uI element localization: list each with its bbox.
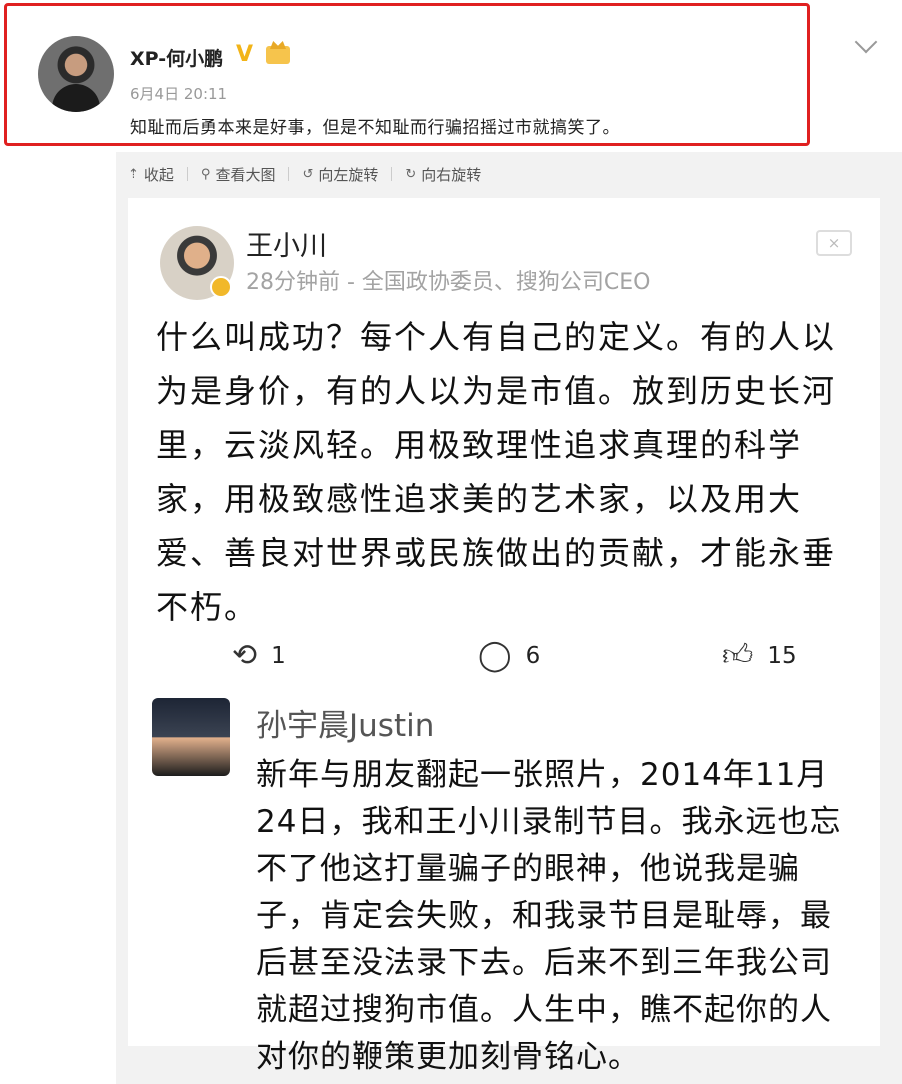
- reply-avatar: [152, 698, 230, 776]
- rotate-right-button[interactable]: ↻ 向右旋转: [405, 164, 481, 185]
- collapse-label: 收起: [143, 165, 174, 184]
- rotate-right-icon: ↻: [405, 166, 417, 182]
- divider: [288, 167, 290, 181]
- post-header: XP-何小鹏 V 6月4日 20:11 知耻而后勇本来是好事，但是不知耻而行骗招…: [0, 0, 902, 152]
- like-stat: 👍︎ 15: [722, 638, 797, 674]
- rotate-left-button[interactable]: ↺ 向左旋转: [302, 164, 378, 185]
- rotate-left-icon: ↺: [302, 166, 314, 182]
- arrow-up-icon: ⇡: [128, 166, 139, 182]
- view-large-label: 查看大图: [215, 165, 276, 184]
- close-icon: ×: [816, 230, 852, 256]
- embedded-post-text: 什么叫成功？每个人有自己的定义。有的人以为是身价，有的人以为是市值。放到历史长河…: [156, 318, 837, 626]
- repost-stat: ⟲ 1: [232, 638, 286, 673]
- embedded-screenshot[interactable]: 王小川 28分钟前 - 全国政协委员、搜狗公司CEO × 什么叫成功？每个人有自…: [128, 198, 880, 1075]
- embedded-meta: 28分钟前 - 全国政协委员、搜狗公司CEO: [246, 270, 651, 295]
- reply-post: 孙宇晨Justin 新年与朋友翻起一张照片，2014年11月24日，我和王小川录…: [152, 694, 880, 1075]
- comment-icon: ◯: [478, 638, 512, 673]
- divider: [186, 167, 188, 181]
- like-count: 15: [767, 643, 797, 669]
- view-large-button[interactable]: ⚲ 查看大图: [201, 164, 276, 185]
- repost-icon: ⟲: [232, 638, 258, 673]
- reply-text: 新年与朋友翻起一张照片，2014年11月24日，我和王小川录制节目。我永远也忘不…: [256, 757, 842, 1075]
- reply-user-name: 孙宇晨Justin: [256, 708, 435, 744]
- collapse-button[interactable]: ⇡ 收起: [128, 164, 174, 185]
- embedded-user-name: 王小川: [246, 231, 327, 262]
- repost-count: 1: [271, 642, 286, 669]
- search-icon: ⚲: [200, 166, 211, 182]
- highlight-box: [4, 3, 810, 146]
- chevron-down-icon[interactable]: [854, 30, 878, 54]
- divider: [391, 167, 393, 181]
- rotate-right-label: 向右旋转: [421, 165, 482, 184]
- rotate-left-label: 向左旋转: [318, 165, 379, 184]
- comment-count: 6: [525, 642, 541, 669]
- thumbs-up-icon: 👍︎: [722, 638, 754, 673]
- comment-stat: ◯ 6: [478, 638, 540, 673]
- verified-badge-icon: [210, 276, 232, 298]
- image-toolbar: ⇡ 收起 ⚲ 查看大图 ↺ 向左旋转 ↻ 向右旋转: [128, 162, 481, 186]
